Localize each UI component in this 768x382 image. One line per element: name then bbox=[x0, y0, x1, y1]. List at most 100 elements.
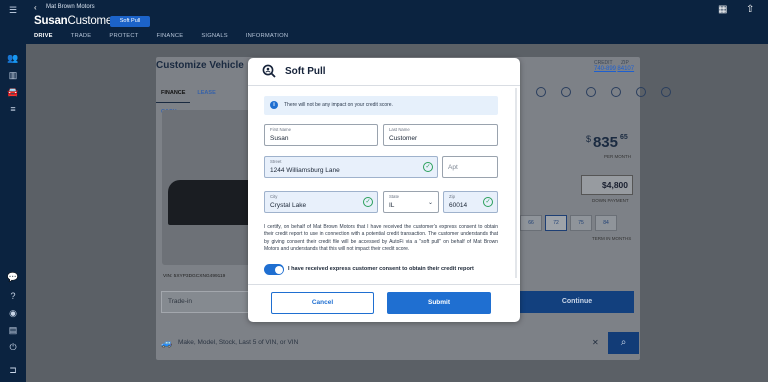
chart-icon[interactable]: ▥ bbox=[7, 69, 19, 81]
header-actions: ▦ ⇧ bbox=[704, 4, 758, 16]
first-name-label: First Name bbox=[270, 127, 292, 132]
last-name-label: Last Name bbox=[389, 127, 410, 132]
vehicle-search-input[interactable]: Make, Model, Stock, Last 5 of VIN, or VI… bbox=[178, 339, 298, 346]
dealer-name: Mat Brown Motors bbox=[46, 4, 95, 10]
download-icon[interactable] bbox=[635, 87, 646, 97]
modal-footer: Cancel Submit bbox=[248, 284, 520, 322]
term-option-selected[interactable]: 72 bbox=[545, 215, 567, 231]
document-icon[interactable]: ▤ bbox=[7, 324, 19, 336]
modal-header: Soft Pull bbox=[248, 58, 520, 86]
tab-lease[interactable]: LEASE bbox=[192, 84, 220, 102]
left-rail: ☰ 👥 ▥ 🚘 ≡ 💬 ? ◉ ▤ ⏻ ⊐ bbox=[0, 0, 26, 382]
state-label: State bbox=[389, 194, 400, 199]
term-options: 66 72 75 84 bbox=[520, 215, 620, 231]
more-icon[interactable] bbox=[660, 87, 671, 97]
street-label: Street bbox=[270, 159, 282, 164]
chevron-down-icon: ⌄ bbox=[427, 200, 433, 206]
city-field[interactable]: City Crystal Lake ✓ bbox=[264, 191, 378, 213]
share-icon[interactable]: ⇧ bbox=[746, 4, 758, 16]
price-amount: 835 bbox=[592, 134, 618, 151]
vehicle-image bbox=[162, 110, 262, 265]
nav-finance[interactable]: FINANCE bbox=[156, 33, 183, 39]
price-currency: $ bbox=[586, 134, 592, 144]
people-icon[interactable]: 👥 bbox=[7, 52, 19, 64]
dollar-circle-icon[interactable] bbox=[560, 87, 571, 97]
list-icon[interactable]: ≡ bbox=[7, 103, 19, 115]
nav-trade[interactable]: TRADE bbox=[71, 33, 92, 39]
consent-toggle[interactable] bbox=[264, 264, 284, 275]
consent-label: I have received express customer consent… bbox=[288, 266, 474, 272]
nav-drive[interactable]: DRIVE bbox=[34, 33, 53, 39]
street-field[interactable]: Street 1244 Williamsburg Lane ✓ bbox=[264, 156, 438, 178]
soft-pull-button[interactable]: Soft Pull bbox=[110, 16, 150, 27]
term-option[interactable]: 75 bbox=[570, 215, 592, 231]
last-name-value: Customer bbox=[389, 135, 418, 142]
nav-information[interactable]: INFORMATION bbox=[246, 33, 288, 39]
calculator-icon[interactable]: ▦ bbox=[718, 4, 730, 16]
toggle-knob bbox=[274, 265, 283, 274]
check-circle-icon: ✓ bbox=[363, 197, 373, 207]
nav-signals[interactable]: SIGNALS bbox=[201, 33, 228, 39]
info-text: There will not be any impact on your cre… bbox=[284, 102, 393, 108]
zip-value: 60014 bbox=[449, 202, 468, 209]
magnifier-person-icon bbox=[262, 64, 276, 78]
customer-name: SusanCustomer bbox=[34, 15, 116, 27]
state-select[interactable]: State IL ⌄ bbox=[383, 191, 439, 213]
clear-icon[interactable]: ✕ bbox=[592, 338, 599, 347]
continue-button[interactable]: Continue bbox=[520, 291, 634, 313]
state-value: IL bbox=[389, 202, 395, 209]
modal-scrollbar[interactable] bbox=[515, 88, 517, 278]
zip-field[interactable]: Zip 60014 ✓ bbox=[443, 191, 498, 213]
trade-in-field[interactable]: Trade-in bbox=[161, 291, 253, 313]
calendar-icon[interactable] bbox=[585, 87, 596, 97]
city-label: City bbox=[270, 194, 278, 199]
check-circle-icon: ✓ bbox=[483, 197, 493, 207]
street-value: 1244 Williamsburg Lane bbox=[270, 167, 340, 174]
power-icon[interactable]: ⏻ bbox=[7, 341, 19, 353]
chat-icon[interactable]: 💬 bbox=[7, 271, 19, 283]
last-name-field[interactable]: Last Name Customer bbox=[383, 124, 498, 146]
consent-disclaimer: I certify, on behalf of Mat Brown Motors… bbox=[264, 224, 498, 253]
term-label: TERM IN MONTHS bbox=[592, 236, 632, 241]
main-nav: DRIVE TRADE PROTECT FINANCE SIGNALS INFO… bbox=[34, 33, 306, 39]
chevron-left-icon[interactable]: ‹ bbox=[34, 3, 37, 12]
nav-protect[interactable]: PROTECT bbox=[109, 33, 138, 39]
apt-field[interactable]: Apt bbox=[442, 156, 498, 178]
cancel-button[interactable]: Cancel bbox=[271, 292, 374, 314]
menu-icon[interactable]: ☰ bbox=[7, 4, 19, 16]
car-icon[interactable]: 🚘 bbox=[7, 86, 19, 98]
apt-placeholder: Apt bbox=[448, 164, 458, 171]
monthly-price: $ 835 65 bbox=[586, 134, 628, 151]
user-icon[interactable]: ◉ bbox=[7, 307, 19, 319]
term-option[interactable]: 66 bbox=[520, 215, 542, 231]
expand-icon[interactable]: ⊐ bbox=[7, 364, 19, 376]
check-circle-icon: ✓ bbox=[423, 162, 433, 172]
help-icon[interactable]: ? bbox=[7, 290, 19, 302]
search-button[interactable]: ⌕ bbox=[608, 332, 639, 354]
submit-button[interactable]: Submit bbox=[387, 292, 491, 314]
customer-last-name: Customer bbox=[67, 15, 116, 27]
soft-pull-modal: Soft Pull i There will not be any impact… bbox=[248, 58, 520, 322]
upload-icon[interactable] bbox=[610, 87, 621, 97]
tab-finance[interactable]: FINANCE bbox=[156, 84, 191, 103]
zip-value[interactable]: 84107 bbox=[617, 66, 634, 72]
credit-zip-info: CREDIT ZIP 740-899 84107 bbox=[594, 60, 648, 72]
tool-icons bbox=[536, 87, 684, 99]
vehicle-search-bar: 🚙 Make, Model, Stock, Last 5 of VIN, or … bbox=[156, 332, 640, 354]
per-month-label: PER MONTH bbox=[604, 154, 631, 159]
info-icon: i bbox=[270, 101, 278, 109]
dollar-icon[interactable] bbox=[536, 87, 546, 97]
vin-text: VIN: 5XYP3DGCXNG499119 bbox=[163, 274, 226, 279]
credit-value[interactable]: 740-899 bbox=[594, 66, 616, 72]
modal-title: Soft Pull bbox=[285, 66, 326, 77]
modal-body: i There will not be any impact on your c… bbox=[248, 86, 520, 284]
down-payment-label: DOWN PAYMENT bbox=[592, 198, 629, 203]
page-title: Customize Vehicle bbox=[156, 60, 244, 71]
car-icon: 🚙 bbox=[161, 338, 173, 348]
app-header: ‹ Mat Brown Motors SusanCustomer Soft Pu… bbox=[26, 0, 768, 44]
first-name-field[interactable]: First Name Susan bbox=[264, 124, 378, 146]
price-cents: 65 bbox=[619, 134, 628, 141]
info-banner: i There will not be any impact on your c… bbox=[264, 96, 498, 115]
down-payment-input[interactable]: $4,800 bbox=[581, 175, 633, 195]
term-option[interactable]: 84 bbox=[595, 215, 617, 231]
